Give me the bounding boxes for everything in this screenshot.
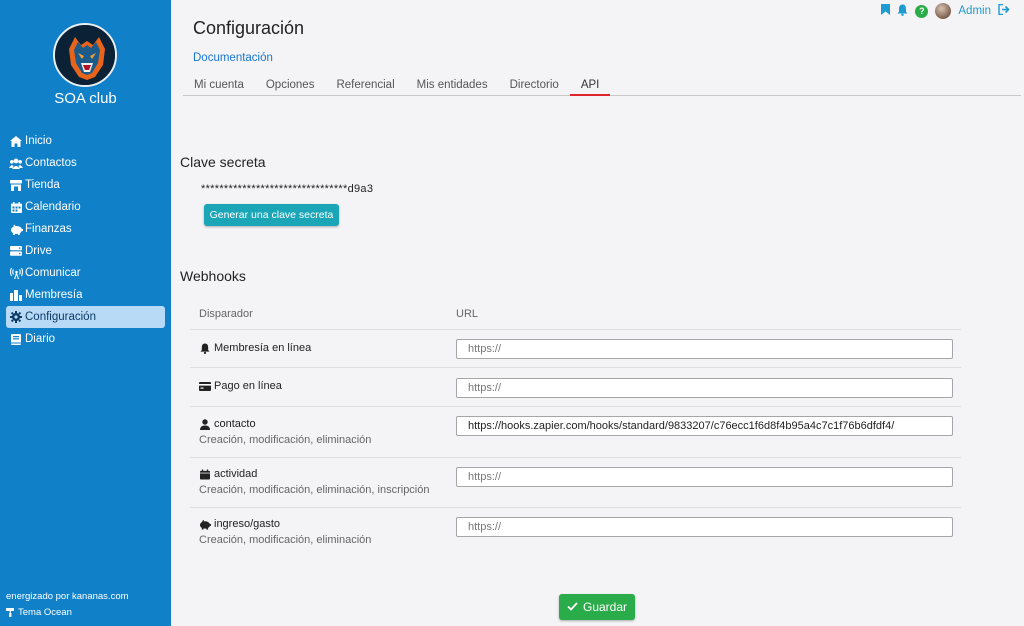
sidebar-item-label: Comunicar <box>25 267 81 279</box>
tab-api[interactable]: API <box>569 77 611 96</box>
broadcast-icon <box>9 267 23 279</box>
bookmark-icon[interactable] <box>881 4 891 18</box>
webhook-url-input[interactable] <box>456 378 953 398</box>
webhook-url-input[interactable] <box>456 517 953 537</box>
sidebar-item-inicio[interactable]: Inicio <box>6 130 165 152</box>
calendar-icon <box>199 469 211 480</box>
powered-by[interactable]: energizado por kananas.com <box>6 591 129 602</box>
club-name: SOA club <box>54 90 117 107</box>
table-header: Disparador URL <box>190 298 961 330</box>
user-name[interactable]: Admin <box>958 5 991 17</box>
membership-icon <box>9 289 23 301</box>
sidebar-item-label: Tienda <box>25 179 60 191</box>
sidebar: SOA club Inicio Contactos Tienda Calenda… <box>0 0 171 626</box>
gear-icon <box>9 311 23 323</box>
check-icon <box>567 600 578 614</box>
sidebar-item-label: Configuración <box>25 311 96 323</box>
generate-secret-button[interactable]: Generar una clave secreta <box>204 204 339 226</box>
theme-switcher[interactable]: Tema Ocean <box>6 607 72 618</box>
tab-directorio[interactable]: Directorio <box>499 77 570 96</box>
trigger-description: Creación, modificación, eliminación <box>199 434 372 446</box>
sidebar-item-label: Membresía <box>25 289 83 301</box>
theme-label: Tema Ocean <box>18 607 72 618</box>
webhook-url-input[interactable] <box>456 416 953 436</box>
piggy-bank-icon <box>199 519 211 530</box>
table-row: actividad Creación, modificación, elimin… <box>190 458 961 508</box>
bell-icon[interactable] <box>897 4 908 19</box>
trigger-description: Creación, modificación, eliminación <box>199 534 372 546</box>
drive-icon <box>9 245 23 257</box>
users-icon <box>9 157 23 169</box>
trigger-label: actividad <box>214 468 258 480</box>
sidebar-item-label: Drive <box>25 245 52 257</box>
tab-referencial[interactable]: Referencial <box>325 77 405 96</box>
webhook-url-input[interactable] <box>456 467 953 487</box>
sidebar-item-configuracion[interactable]: Configuración <box>6 306 165 328</box>
home-icon <box>9 135 23 147</box>
sidebar-item-calendario[interactable]: Calendario <box>6 196 165 218</box>
avatar[interactable] <box>935 3 952 19</box>
trigger-label: Membresía en línea <box>214 342 312 354</box>
sidebar-item-label: Diario <box>25 333 56 345</box>
book-icon <box>9 333 23 345</box>
trigger-label: Pago en línea <box>214 380 282 392</box>
table-row: contacto Creación, modificación, elimina… <box>190 407 961 458</box>
settings-tabs: Mi cuenta Opciones Referencial Mis entid… <box>183 77 1021 96</box>
sidebar-item-contactos[interactable]: Contactos <box>6 152 165 174</box>
documentation-link[interactable]: Documentación <box>193 52 273 64</box>
table-row: Pago en línea <box>190 368 961 407</box>
sidebar-item-membresia[interactable]: Membresía <box>6 284 165 306</box>
user-icon <box>199 418 211 430</box>
table-row: ingreso/gasto Creación, modificación, el… <box>190 508 961 559</box>
sidebar-item-diario[interactable]: Diario <box>6 328 165 350</box>
sidebar-item-finanzas[interactable]: Finanzas <box>6 218 165 240</box>
trigger-label: contacto <box>214 418 256 430</box>
masked-secret-key: ********************************d9a3 <box>201 183 374 195</box>
trigger-description: Creación, modificación, eliminación, ins… <box>199 484 430 496</box>
column-header-url: URL <box>456 307 479 320</box>
save-button[interactable]: Guardar <box>559 594 635 620</box>
credit-card-icon <box>199 381 211 392</box>
piggy-bank-icon <box>9 223 23 235</box>
sidebar-item-label: Finanzas <box>25 223 72 235</box>
bell-icon <box>199 343 211 354</box>
trigger-label: ingreso/gasto <box>214 518 281 530</box>
column-header-trigger: Disparador <box>199 307 253 320</box>
sidebar-item-tienda[interactable]: Tienda <box>6 174 165 196</box>
table-row: Membresía en línea <box>190 330 961 368</box>
secret-key-title: Clave secreta <box>180 154 266 170</box>
tab-mi-cuenta[interactable]: Mi cuenta <box>183 77 255 96</box>
sidebar-item-drive[interactable]: Drive <box>6 240 165 262</box>
store-icon <box>9 179 23 191</box>
tab-opciones[interactable]: Opciones <box>255 77 326 96</box>
paint-roller-icon <box>6 608 15 617</box>
top-bar: ? Admin <box>881 2 1010 20</box>
logout-icon[interactable] <box>998 3 1010 18</box>
sidebar-item-label: Calendario <box>25 201 81 213</box>
help-icon[interactable]: ? <box>915 4 929 18</box>
page-title: Configuración <box>193 18 305 38</box>
save-button-label: Guardar <box>582 600 628 614</box>
webhooks-title: Webhooks <box>180 268 246 284</box>
calendar-icon <box>9 201 23 213</box>
sidebar-item-label: Inicio <box>25 135 52 147</box>
sidebar-item-label: Contactos <box>25 157 77 169</box>
webhooks-table: Disparador URL Membresía en línea Pago e… <box>190 298 961 559</box>
sidebar-item-comunicar[interactable]: Comunicar <box>6 262 165 284</box>
tab-mis-entidades[interactable]: Mis entidades <box>406 77 499 96</box>
club-logo <box>53 23 117 87</box>
webhook-url-input[interactable] <box>456 339 953 359</box>
sidebar-nav: Inicio Contactos Tienda Calendario Finan… <box>6 130 165 350</box>
